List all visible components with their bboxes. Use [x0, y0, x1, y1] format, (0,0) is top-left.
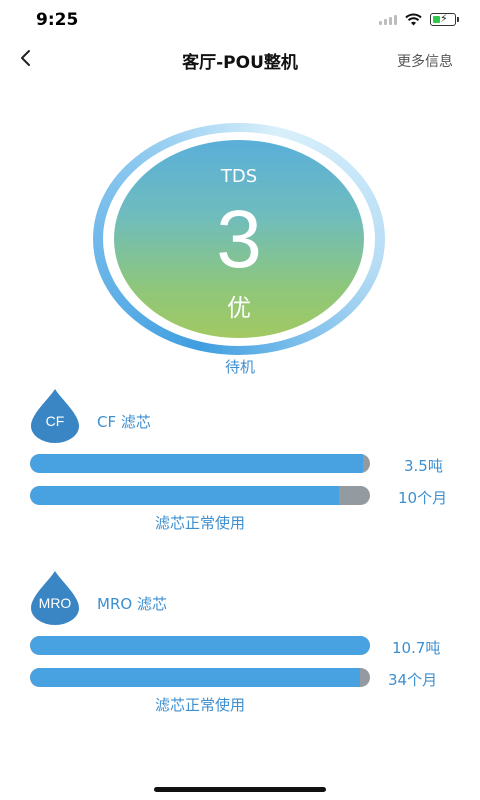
filter-life-fill	[30, 486, 340, 505]
status-time: 9:25	[36, 10, 79, 30]
tds-gauge: TDS 3 优	[93, 123, 385, 355]
filter-usage-value: 3.5吨	[404, 457, 443, 475]
filter-usage-bar	[30, 636, 370, 655]
filter-name: MRO 滤芯	[97, 595, 167, 613]
status-bar: 9:25 ⚡	[0, 0, 480, 44]
filter-life-bar	[30, 668, 370, 687]
device-detail-screen: 9:25 ⚡ 客厅-POU整机 更多信息 TDS 3 优 待机 CF CF 滤芯…	[0, 0, 480, 800]
filter-icon-label: MRO	[38, 595, 72, 611]
tds-value: 3	[216, 194, 262, 285]
tds-label: TDS	[220, 166, 258, 187]
back-button[interactable]	[14, 46, 36, 70]
filter-usage-bar	[30, 454, 370, 473]
cellular-signal-icon	[379, 14, 397, 25]
filter-usage-value: 10.7吨	[392, 639, 441, 657]
filter-life-fill	[30, 668, 360, 687]
more-info-button[interactable]: 更多信息	[397, 51, 453, 71]
chevron-left-icon	[21, 50, 30, 66]
charging-bolt-icon: ⚡	[440, 12, 448, 25]
battery-level	[432, 15, 440, 23]
filter-usage-fill	[30, 454, 364, 473]
filter-life-value: 34个月	[388, 671, 438, 689]
home-indicator	[154, 787, 326, 792]
filter-status: 滤芯正常使用	[154, 514, 245, 532]
filter-usage-fill	[30, 636, 370, 655]
water-quality-label: 优	[227, 294, 251, 322]
filter-life-bar	[30, 486, 370, 505]
filter-life-value: 10个月	[398, 489, 448, 507]
gauge-circle: TDS 3 优	[114, 140, 364, 338]
filter-name: CF 滤芯	[97, 413, 151, 431]
filter-status: 滤芯正常使用	[154, 696, 245, 714]
wifi-icon	[405, 13, 422, 26]
device-state: 待机	[224, 358, 255, 376]
status-icons: ⚡	[379, 12, 459, 26]
nav-bar: 客厅-POU整机 更多信息	[0, 44, 480, 74]
filter-icon-label: CF	[45, 413, 65, 429]
battery-icon: ⚡	[430, 12, 459, 26]
